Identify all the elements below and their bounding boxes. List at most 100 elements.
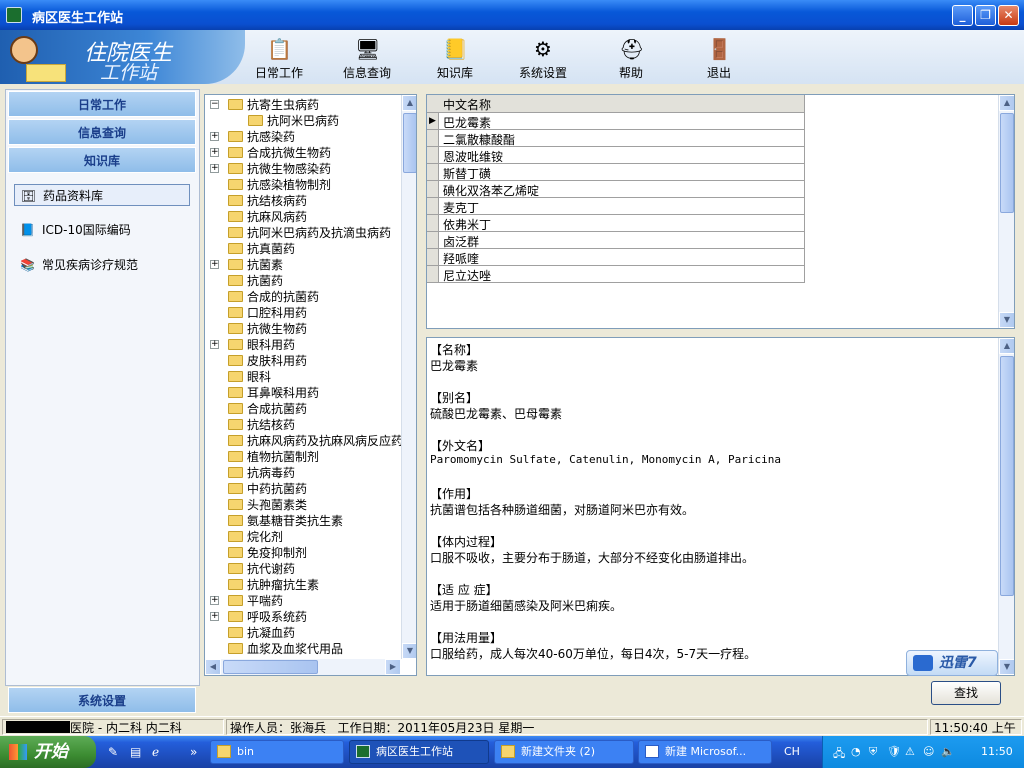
table-row[interactable]: 依弗米丁 bbox=[427, 215, 805, 232]
find-button[interactable]: 查找 bbox=[931, 681, 1001, 705]
toolbar-daily-work[interactable]: 📋 日常工作 bbox=[239, 34, 319, 82]
table-row[interactable]: 尼立达唑 bbox=[427, 266, 805, 283]
quicklaunch-ie-icon[interactable]: ℯ bbox=[152, 745, 168, 759]
quicklaunch-show-desktop-icon[interactable]: ▤ bbox=[130, 745, 146, 759]
toolbar-system-settings[interactable]: ⚙ 系统设置 bbox=[503, 34, 583, 82]
folder-icon bbox=[228, 419, 243, 430]
scroll-down-button[interactable]: ▼ bbox=[999, 659, 1014, 675]
table-row[interactable]: 斯替丁磺 bbox=[427, 164, 805, 181]
tree-node-label: 抗代谢药 bbox=[247, 562, 296, 576]
expand-icon[interactable]: + bbox=[210, 148, 219, 157]
icd-book-icon: 📘 bbox=[20, 223, 35, 237]
folder-icon bbox=[228, 435, 243, 446]
scroll-left-button[interactable]: ◀ bbox=[205, 659, 221, 675]
nav-info-query[interactable]: 信息查询 bbox=[8, 119, 196, 145]
scroll-down-button[interactable]: ▼ bbox=[402, 643, 416, 659]
toolbar-label: 系统设置 bbox=[518, 66, 567, 80]
tray-smiley-icon[interactable]: ☺ bbox=[923, 745, 934, 758]
toolbar-label: 日常工作 bbox=[254, 66, 303, 80]
nav-knowledge-base[interactable]: 知识库 bbox=[8, 147, 196, 173]
task-label: bin bbox=[237, 745, 255, 758]
tray-security-icon[interactable]: ⛨ bbox=[869, 745, 877, 759]
start-button[interactable]: 开始 bbox=[0, 736, 96, 768]
row-indicator bbox=[427, 266, 439, 282]
scroll-thumb[interactable] bbox=[403, 113, 416, 173]
nav-daily-work[interactable]: 日常工作 bbox=[8, 91, 196, 117]
sidebar-item-diagnosis-standards[interactable]: 📚 常见疾病诊疗规范 bbox=[14, 254, 138, 276]
tree-node-label: 抗麻风病药 bbox=[247, 210, 308, 224]
windows-flag-icon bbox=[9, 744, 27, 760]
tree-node-label: 抗病毒药 bbox=[247, 466, 296, 480]
row-indicator bbox=[427, 181, 439, 197]
tree-node-label: 合成抗微生物药 bbox=[247, 146, 332, 160]
table-row[interactable]: 卤泛群 bbox=[427, 232, 805, 249]
expand-icon[interactable]: + bbox=[210, 596, 219, 605]
drug-detail-panel: 【名称】 巴龙霉素 【别名】 硫酸巴龙霉素、巴母霉素 【外文名】 Paromomycin … bbox=[426, 337, 1015, 676]
toolbar-exit[interactable]: 🚪 退出 bbox=[679, 34, 759, 82]
lifebuoy-icon: ⛑ bbox=[619, 37, 645, 61]
tray-shield-icon[interactable]: 🛡 bbox=[887, 745, 901, 758]
task-label: 病区医生工作站 bbox=[376, 745, 453, 758]
collapse-icon[interactable]: − bbox=[210, 100, 219, 109]
table-row[interactable]: 碘化双洛苯乙烯啶 bbox=[427, 181, 805, 198]
scroll-up-button[interactable]: ▲ bbox=[999, 338, 1014, 354]
scroll-down-button[interactable]: ▼ bbox=[999, 312, 1014, 328]
table-row[interactable]: 恩波吡维铵 bbox=[427, 147, 805, 164]
windows-taskbar: 开始 ✎ ▤ ℯ » bin 病区医生工作站 新建文件夹 (2) 新建 Micr… bbox=[0, 736, 1024, 768]
expand-icon[interactable]: + bbox=[210, 164, 219, 173]
toolbar-knowledge-base[interactable]: 📒 知识库 bbox=[415, 34, 495, 82]
tray-app-icon[interactable]: ◔ bbox=[851, 745, 861, 758]
minimize-button[interactable]: _ bbox=[952, 5, 973, 26]
language-indicator[interactable]: CH bbox=[784, 745, 800, 758]
sidebar-item-icd10[interactable]: 📘 ICD-10国际编码 bbox=[14, 219, 131, 241]
status-operator-date: 操作人员：张海兵 工作日期：2011年05月23日 星期一 bbox=[226, 719, 928, 735]
expand-icon[interactable]: + bbox=[210, 260, 219, 269]
tree-horizontal-scrollbar[interactable]: ◀ ▶ bbox=[205, 659, 401, 675]
folder-icon bbox=[501, 745, 515, 758]
expand-icon[interactable]: + bbox=[210, 612, 219, 621]
table-row[interactable]: ▶ 巴龙霉素 bbox=[427, 113, 805, 130]
system-settings-button[interactable]: 系统设置 bbox=[8, 687, 196, 713]
xunlei-icon bbox=[913, 655, 933, 671]
tree-node-label: 氨基糖苷类抗生素 bbox=[247, 514, 344, 528]
expand-icon[interactable]: + bbox=[210, 132, 219, 141]
search-info-icon: 🖥 bbox=[355, 37, 381, 61]
tree-vertical-scrollbar[interactable]: ▲ ▼ bbox=[401, 95, 416, 659]
table-cell-drug-name: 羟哌喹 bbox=[443, 252, 480, 266]
network-icon[interactable]: 🖧 bbox=[833, 745, 845, 764]
scroll-right-button[interactable]: ▶ bbox=[385, 659, 401, 675]
left-navigation-pane bbox=[5, 89, 200, 686]
table-row[interactable]: 二氯散糠酸酯 bbox=[427, 130, 805, 147]
detail-vertical-scrollbar[interactable]: ▲ ▼ bbox=[998, 338, 1014, 675]
sidebar-item-drug-database[interactable]: 🗄 药品资料库 bbox=[14, 184, 190, 206]
toolbar-help[interactable]: ⛑ 帮助 bbox=[591, 34, 671, 82]
detail-section-heading: 【适 应 症】 bbox=[430, 583, 498, 597]
maximize-button[interactable]: ❐ bbox=[975, 5, 996, 26]
taskbar-item-bin[interactable]: bin bbox=[210, 740, 344, 764]
scroll-thumb[interactable] bbox=[1000, 356, 1014, 596]
scroll-thumb[interactable] bbox=[1000, 113, 1014, 213]
toolbar-info-query[interactable]: 🖥 信息查询 bbox=[327, 34, 407, 82]
expand-icon[interactable]: + bbox=[210, 340, 219, 349]
taskbar-item-microsoft-doc[interactable]: 新建 Microsof... bbox=[638, 740, 772, 764]
quicklaunch-more-icon[interactable]: » bbox=[190, 745, 206, 759]
table-cell-drug-name: 尼立达唑 bbox=[443, 269, 492, 283]
quicklaunch-app-icon[interactable]: ✎ bbox=[108, 745, 124, 759]
scroll-up-button[interactable]: ▲ bbox=[402, 95, 416, 111]
folder-icon bbox=[228, 387, 243, 398]
table-row[interactable]: 羟哌喹 bbox=[427, 249, 805, 266]
scroll-up-button[interactable]: ▲ bbox=[999, 95, 1014, 111]
volume-icon[interactable]: 🔈 bbox=[941, 745, 955, 758]
table-row[interactable]: 麦克丁 bbox=[427, 198, 805, 215]
xunlei-floating-widget[interactable]: 迅雷7 bbox=[906, 650, 998, 676]
tray-warning-icon[interactable]: ⚠ bbox=[905, 745, 915, 758]
folder-icon bbox=[228, 579, 243, 590]
tree-node-label: 耳鼻喉科用药 bbox=[247, 386, 320, 400]
scroll-thumb[interactable] bbox=[223, 660, 318, 674]
table-cell-drug-name: 二氯散糠酸酯 bbox=[443, 133, 516, 147]
taskbar-item-workstation[interactable]: 病区医生工作站 bbox=[349, 740, 489, 764]
close-button[interactable]: ✕ bbox=[998, 5, 1019, 26]
taskbar-item-new-folder[interactable]: 新建文件夹 (2) bbox=[494, 740, 634, 764]
detail-section-text: 巴龙霉素 bbox=[430, 359, 479, 373]
grid-vertical-scrollbar[interactable]: ▲ ▼ bbox=[998, 95, 1014, 328]
